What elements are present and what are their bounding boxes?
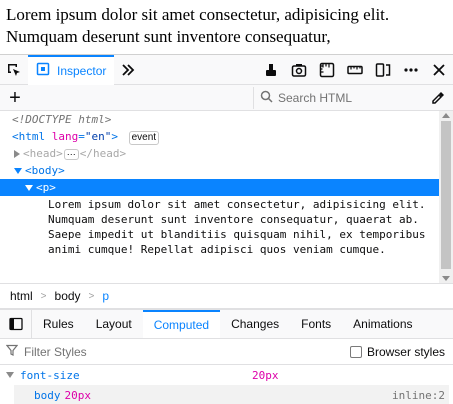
breadcrumb-html[interactable]: html <box>10 289 33 303</box>
p-node-selected[interactable]: <p> <box>0 179 453 196</box>
tab-changes[interactable]: Changes <box>220 310 290 338</box>
source-selector: body <box>34 388 61 402</box>
collapsed-ellipsis[interactable]: ⋯ <box>63 149 79 160</box>
inspector-icon <box>36 62 50 79</box>
measure-icon[interactable] <box>341 55 369 85</box>
paint-flashing-icon[interactable] <box>257 55 285 85</box>
toolbox-toolbar: Inspector <box>0 54 453 85</box>
search-icon <box>260 90 273 106</box>
tab-computed[interactable]: Computed <box>142 310 221 338</box>
filter-icon <box>5 344 19 359</box>
p-tag: <p> <box>36 181 56 194</box>
chevron-right-icon: > <box>40 290 47 302</box>
close-icon[interactable] <box>425 55 453 85</box>
page-paragraph: Lorem ipsum dolor sit amet consectetur, … <box>6 5 390 46</box>
computed-view: font-size 20px body 20px inline:2 <box>0 365 453 404</box>
plus-icon[interactable]: + <box>0 86 30 110</box>
breadcrumb: html > body > p <box>0 283 453 309</box>
search-placeholder: Search HTML <box>278 90 353 105</box>
html-attr-value: "en" <box>84 130 112 143</box>
html-attr-eq: = <box>78 130 85 143</box>
markup-view: <!DOCTYPE html> <html lang="en"> event <… <box>0 111 453 283</box>
breadcrumb-p[interactable]: p <box>102 289 109 303</box>
browser-styles-toggle[interactable]: Browser styles <box>349 344 453 359</box>
breadcrumb-body[interactable]: body <box>55 289 81 303</box>
computed-property-row[interactable]: font-size 20px <box>0 365 453 385</box>
page-content: Lorem ipsum dolor sit amet consectetur, … <box>0 0 453 54</box>
computed-source-row[interactable]: body 20px inline:2 <box>14 385 449 404</box>
html-tag-close: > <box>111 130 118 143</box>
search-input[interactable]: Search HTML <box>253 86 423 109</box>
browser-styles-checkbox[interactable] <box>349 345 362 358</box>
head-node[interactable]: <head> ⋯ </head> <box>0 145 453 162</box>
body-tag: <body> <box>25 164 65 177</box>
responsive-design-icon[interactable] <box>369 55 397 85</box>
tab-inspector-label: Inspector <box>57 63 107 78</box>
menu-icon[interactable] <box>397 55 425 85</box>
tab-animations[interactable]: Animations <box>342 310 423 338</box>
filter-styles-input[interactable]: Filter Styles <box>24 345 87 359</box>
doctype-text: <!DOCTYPE html> <box>12 113 112 126</box>
chevron-right-icon: > <box>88 290 95 302</box>
layout-toggle-icon[interactable] <box>0 310 32 338</box>
sidebar-tabs: Rules Layout Computed Changes Fonts Anim… <box>0 309 453 339</box>
computed-property-value: 20px <box>252 368 279 382</box>
scroll-thumb[interactable] <box>441 121 451 269</box>
head-tag: <head> <box>23 147 63 160</box>
computed-property-name: font-size <box>20 368 80 382</box>
eyedropper-icon[interactable] <box>423 90 453 106</box>
source-location-link[interactable]: inline:2 <box>392 389 449 402</box>
head-close-tag: </head> <box>79 147 127 160</box>
element-picker-icon[interactable] <box>0 55 28 85</box>
rulers-icon[interactable] <box>313 55 341 85</box>
html-node[interactable]: <html lang="en"> event <box>0 128 453 145</box>
expand-icon[interactable] <box>14 150 20 158</box>
tab-layout[interactable]: Layout <box>85 310 143 338</box>
p-text-node[interactable]: Lorem ipsum dolor sit amet consectetur, … <box>0 196 438 257</box>
body-node[interactable]: <body> <box>0 162 453 179</box>
html-attr-name: lang <box>51 130 79 143</box>
collapse-icon[interactable] <box>6 372 14 378</box>
filter-styles-row: Filter Styles Browser styles <box>0 339 453 365</box>
doctype-node[interactable]: <!DOCTYPE html> <box>0 111 453 128</box>
scroll-down-icon[interactable] <box>442 276 450 281</box>
collapse-icon[interactable] <box>14 168 22 174</box>
html-tag: <html <box>12 130 46 143</box>
markup-scrollbar[interactable] <box>439 111 453 283</box>
event-badge[interactable]: event <box>128 131 160 145</box>
browser-styles-label: Browser styles <box>366 344 445 359</box>
devtools-panel: Inspector + Search HTML <!DOCTYPE html> … <box>0 54 453 404</box>
tab-fonts[interactable]: Fonts <box>290 310 342 338</box>
source-value: 20px <box>64 388 92 402</box>
more-tools-icon[interactable] <box>114 55 142 85</box>
screenshot-icon[interactable] <box>285 55 313 85</box>
tab-rules[interactable]: Rules <box>32 310 85 338</box>
collapse-icon[interactable] <box>25 185 33 191</box>
tab-inspector[interactable]: Inspector <box>28 54 115 85</box>
markup-toolbar: + Search HTML <box>0 85 453 111</box>
scroll-up-icon[interactable] <box>442 113 450 118</box>
